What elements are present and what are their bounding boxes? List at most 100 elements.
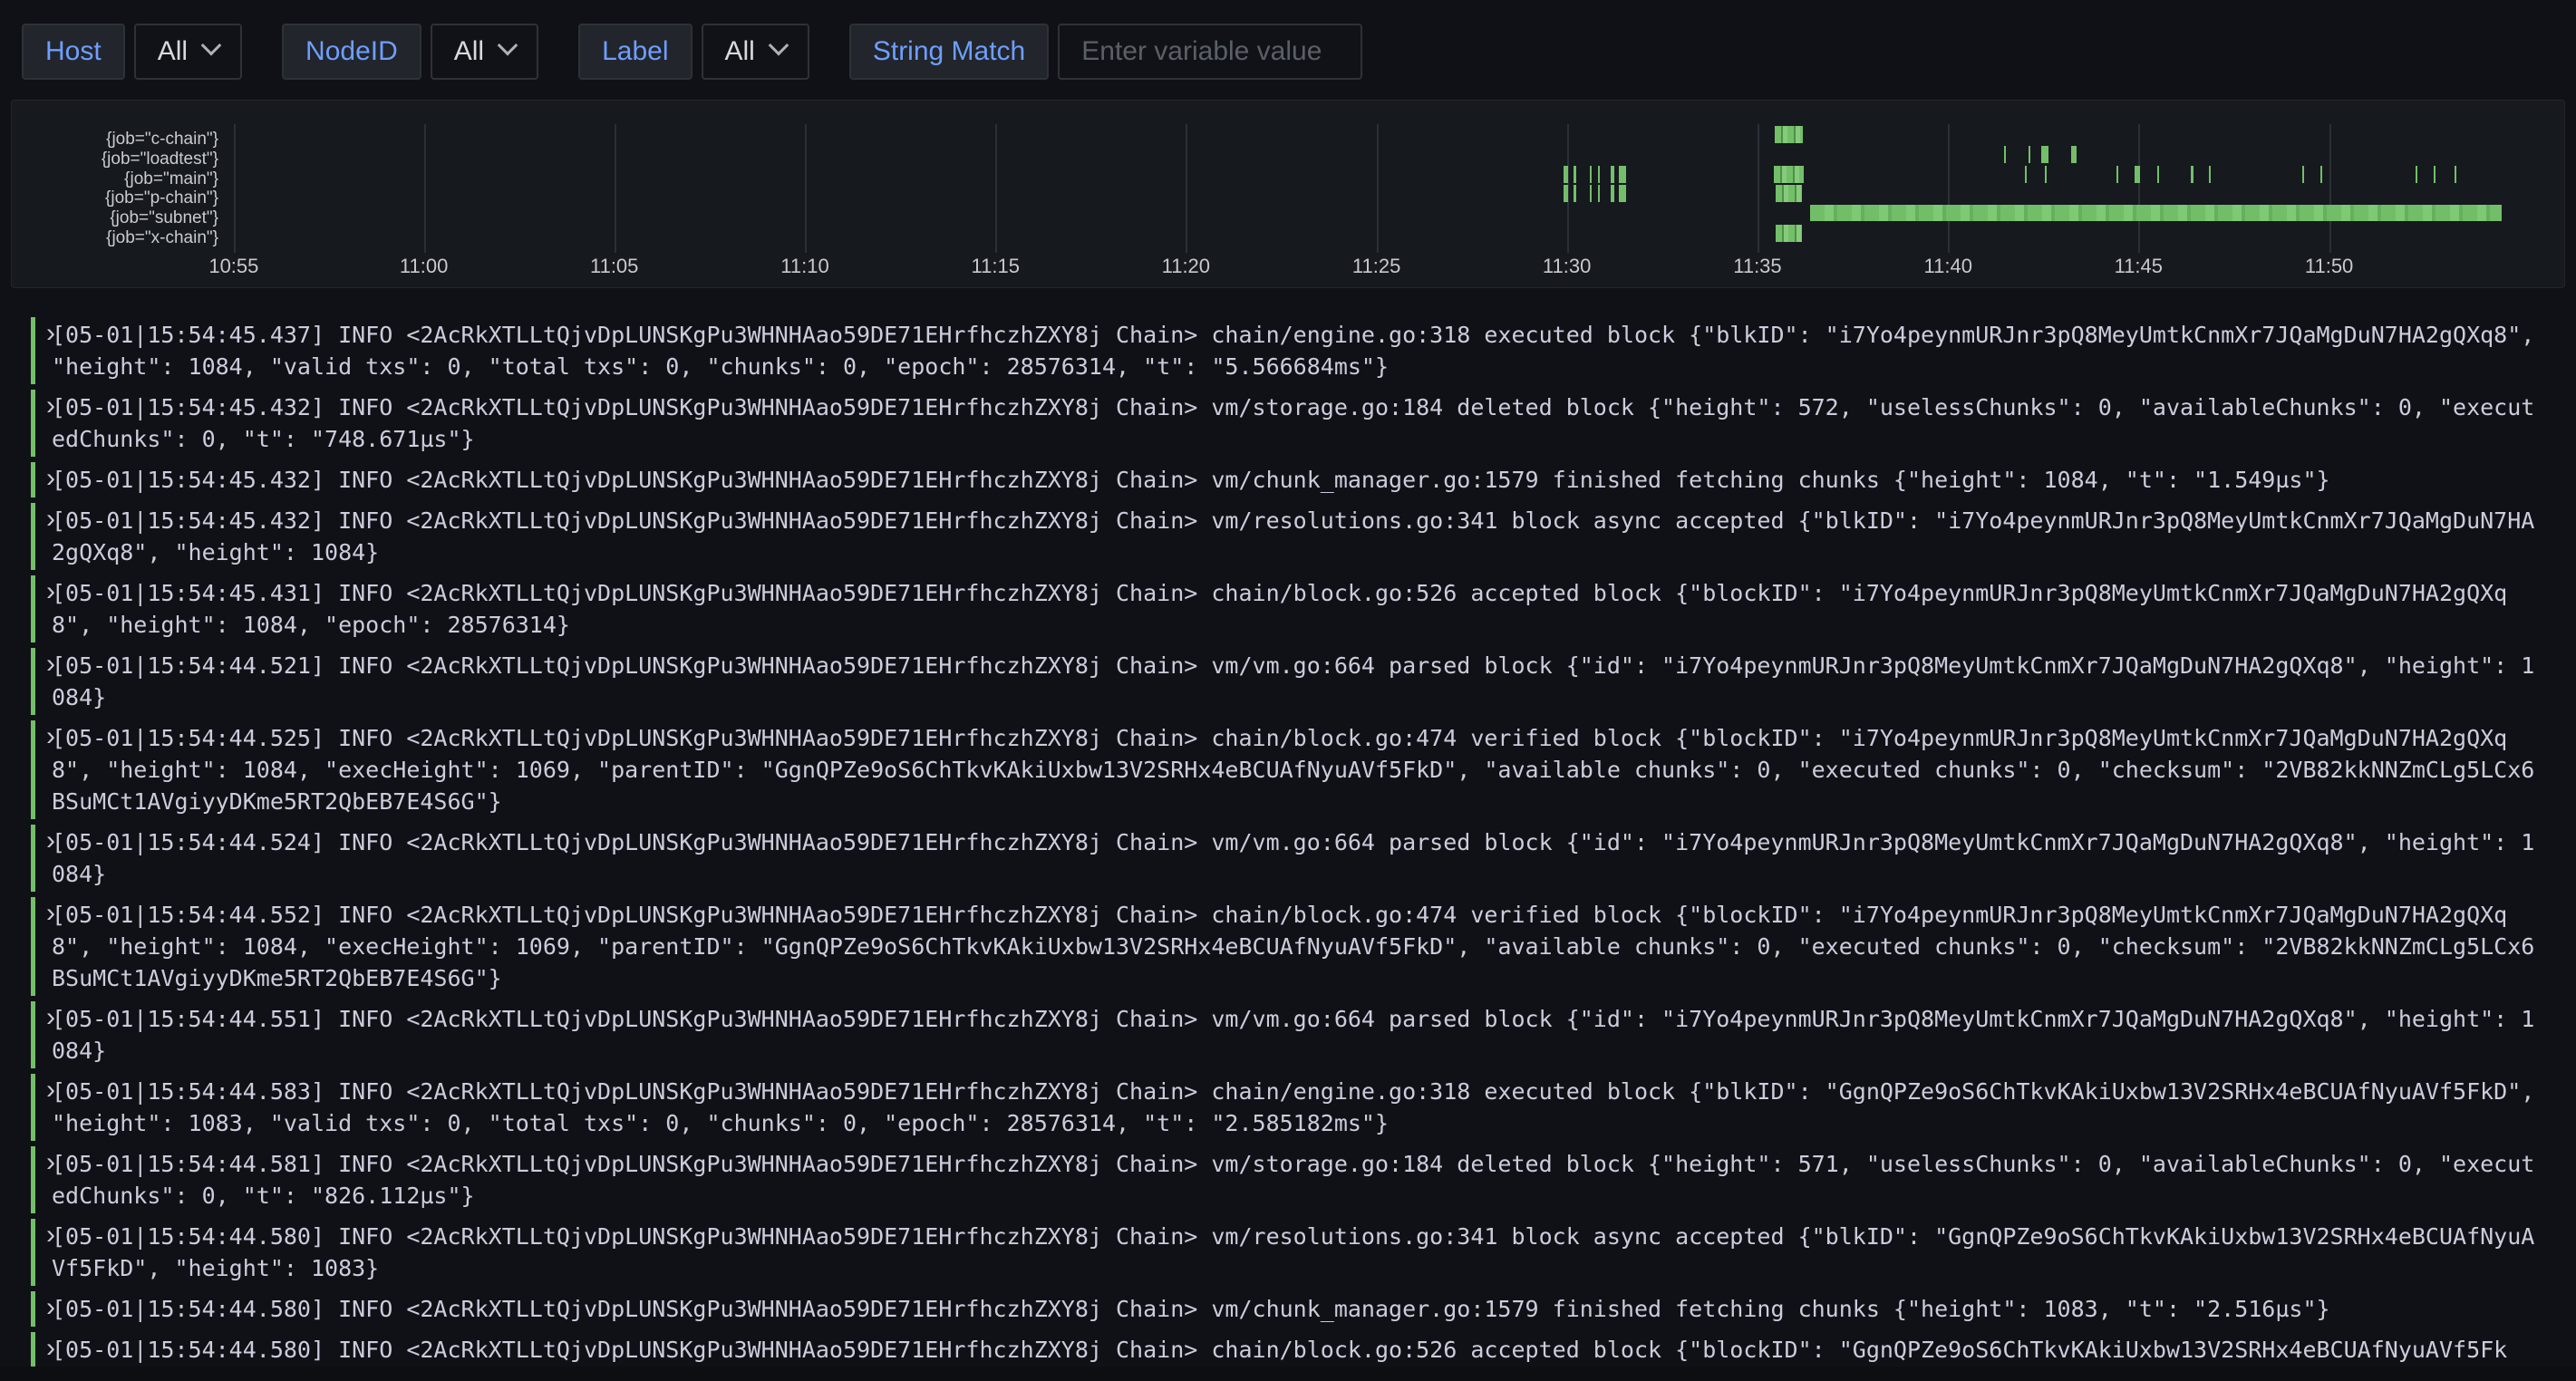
variable-label: Label All (578, 24, 809, 80)
timeline-mark-p-chain (1564, 185, 1568, 202)
chevron-right-icon[interactable]: › (46, 1332, 55, 1364)
string-match-input[interactable] (1058, 24, 1362, 80)
log-row[interactable]: ›[05-01|15:54:44.583] INFO <2AcRkXTLLtQj… (31, 1074, 2543, 1141)
timeline-mark-main (2434, 166, 2436, 183)
log-line-text: [05-01|15:54:45.432] INFO <2AcRkXTLLtQjv… (52, 391, 2539, 455)
timeline-mark-main (2191, 166, 2193, 183)
timeline-mark-c-chain (1775, 126, 1803, 143)
chevron-right-icon[interactable]: › (46, 503, 55, 535)
time-axis-label: 11:35 (1733, 255, 1781, 278)
variable-label-host: Host (22, 24, 125, 80)
log-row[interactable]: ›[05-01|15:54:44.521] INFO <2AcRkXTLLtQj… (31, 648, 2543, 715)
chevron-right-icon[interactable]: › (46, 390, 55, 421)
time-axis-label: 11:40 (1924, 255, 1972, 278)
log-row[interactable]: ›[05-01|15:54:44.524] INFO <2AcRkXTLLtQj… (31, 825, 2543, 892)
chevron-right-icon[interactable]: › (46, 648, 55, 680)
timeline-series-label: {job="x-chain"} (12, 228, 218, 248)
log-row[interactable]: ›[05-01|15:54:44.551] INFO <2AcRkXTLLtQj… (31, 1001, 2543, 1068)
time-gridline (615, 124, 616, 253)
chevron-right-icon[interactable]: › (46, 720, 55, 752)
timeline-series-label: {job="c-chain"} (12, 130, 218, 150)
timeline-mark-loadtest (2004, 146, 2007, 163)
timeline-mark-loadtest (2071, 146, 2076, 163)
time-axis-label: 11:00 (400, 255, 448, 278)
time-axis-label: 11:45 (2115, 255, 2163, 278)
variable-label-value: All (725, 36, 755, 67)
timeline-series-label: {job="subnet"} (12, 208, 218, 228)
time-gridline (995, 124, 997, 253)
chevron-down-icon (769, 35, 789, 56)
chevron-right-icon[interactable]: › (46, 462, 55, 494)
log-line-text: [05-01|15:54:45.431] INFO <2AcRkXTLLtQjv… (52, 577, 2539, 641)
log-row[interactable]: ›[05-01|15:54:45.432] INFO <2AcRkXTLLtQj… (31, 462, 2543, 497)
variable-nodeid: NodeID All (282, 24, 538, 80)
variable-host: Host All (22, 24, 242, 80)
timeline-mark-loadtest (2029, 146, 2031, 163)
chevron-right-icon[interactable]: › (46, 1146, 55, 1178)
variable-label-select[interactable]: All (702, 24, 809, 80)
timeline-mark-main (1590, 166, 1592, 183)
chevron-right-icon[interactable]: › (46, 575, 55, 607)
timeline-panel: {job="c-chain"}{job="loadtest"}{job="mai… (11, 100, 2565, 288)
log-row[interactable]: ›[05-01|15:54:44.580] INFO <2AcRkXTLLtQj… (31, 1291, 2543, 1327)
time-axis-label: 11:30 (1543, 255, 1591, 278)
time-axis-label: 11:10 (780, 255, 828, 278)
variable-nodeid-select[interactable]: All (431, 24, 538, 80)
log-row[interactable]: ›[05-01|15:54:44.552] INFO <2AcRkXTLLtQj… (31, 897, 2543, 996)
log-row[interactable]: ›[05-01|15:54:45.432] INFO <2AcRkXTLLtQj… (31, 390, 2543, 457)
chevron-right-icon[interactable]: › (46, 897, 55, 929)
variable-host-select[interactable]: All (134, 24, 242, 80)
timeline-mark-main (1619, 166, 1626, 183)
log-line-text: [05-01|15:54:45.432] INFO <2AcRkXTLLtQjv… (52, 464, 2539, 496)
log-line-text: [05-01|15:54:44.580] INFO <2AcRkXTLLtQjv… (52, 1293, 2539, 1325)
timeline-mark-p-chain (1574, 185, 1576, 202)
log-line-text: [05-01|15:54:44.581] INFO <2AcRkXTLLtQjv… (52, 1148, 2539, 1212)
timeline-plot[interactable]: 10:5511:0011:0511:1011:1511:2011:2511:30… (222, 119, 2555, 247)
chevron-down-icon (201, 35, 222, 56)
log-line-text: [05-01|15:54:45.437] INFO <2AcRkXTLLtQjv… (52, 319, 2539, 382)
log-line-text: [05-01|15:54:44.552] INFO <2AcRkXTLLtQjv… (52, 899, 2539, 994)
timeline-series-label: {job="main"} (12, 169, 218, 189)
time-gridline (1758, 124, 1759, 253)
timeline-mark-main (1598, 166, 1600, 183)
timeline-mark-main (2455, 166, 2456, 183)
time-axis-label: 11:20 (1162, 255, 1210, 278)
time-gridline (2138, 124, 2140, 253)
variable-string-match: String Match (849, 24, 1362, 80)
log-row[interactable]: ›[05-01|15:54:45.432] INFO <2AcRkXTLLtQj… (31, 503, 2543, 570)
log-row[interactable]: ›[05-01|15:54:44.581] INFO <2AcRkXTLLtQj… (31, 1146, 2543, 1213)
timeline-mark-p-chain (1776, 185, 1801, 202)
time-gridline (2329, 124, 2331, 253)
bottom-edge (0, 1367, 2576, 1381)
time-gridline (1948, 124, 1950, 253)
timeline-mark-main (2135, 166, 2140, 183)
timeline-mark-main (2320, 166, 2322, 183)
chevron-right-icon[interactable]: › (46, 1291, 55, 1323)
grafana-dashboard: Host All NodeID All Label All String Mat… (0, 0, 2576, 1381)
timeline-mark-p-chain (1611, 185, 1614, 202)
log-line-text: [05-01|15:54:44.551] INFO <2AcRkXTLLtQjv… (52, 1003, 2539, 1067)
timeline-series-label: {job="loadtest"} (12, 150, 218, 169)
chevron-right-icon[interactable]: › (46, 1219, 55, 1251)
chevron-right-icon[interactable]: › (46, 1001, 55, 1033)
logs-panel: ›[05-01|15:54:45.437] INFO <2AcRkXTLLtQj… (31, 317, 2543, 1381)
log-row[interactable]: ›[05-01|15:54:45.437] INFO <2AcRkXTLLtQj… (31, 317, 2543, 384)
variable-host-value: All (158, 36, 188, 67)
chevron-right-icon[interactable]: › (46, 317, 55, 349)
log-row[interactable]: ›[05-01|15:54:45.431] INFO <2AcRkXTLLtQj… (31, 575, 2543, 642)
variable-label-nodeid: NodeID (282, 24, 421, 80)
log-line-text: [05-01|15:54:45.432] INFO <2AcRkXTLLtQjv… (52, 505, 2539, 568)
time-axis-label: 11:25 (1352, 255, 1400, 278)
time-gridline (424, 124, 426, 253)
timeline-mark-x-chain (1776, 225, 1802, 242)
variable-nodeid-value: All (454, 36, 484, 67)
chevron-right-icon[interactable]: › (46, 1074, 55, 1106)
timeline-mark-subnet (1810, 205, 2502, 221)
log-row[interactable]: ›[05-01|15:54:44.525] INFO <2AcRkXTLLtQj… (31, 720, 2543, 819)
log-row[interactable]: ›[05-01|15:54:44.580] INFO <2AcRkXTLLtQj… (31, 1219, 2543, 1286)
log-line-text: [05-01|15:54:44.524] INFO <2AcRkXTLLtQjv… (52, 826, 2539, 890)
chevron-right-icon[interactable]: › (46, 825, 55, 856)
timeline-mark-main (2416, 166, 2417, 183)
time-gridline (234, 124, 236, 253)
timeline-mark-main (2116, 166, 2118, 183)
